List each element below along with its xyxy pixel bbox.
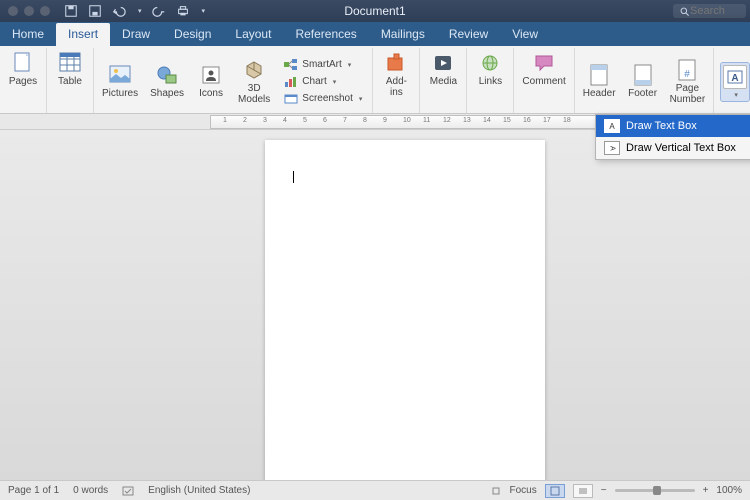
text-box-button[interactable]: A▾	[720, 62, 750, 102]
draw-vertical-text-box-item[interactable]: ADraw Vertical Text Box	[596, 137, 750, 159]
search-input[interactable]	[690, 5, 740, 17]
pages-button[interactable]: Pages	[6, 50, 40, 89]
search-box[interactable]	[673, 4, 746, 18]
addins-icon	[386, 53, 406, 73]
redo-icon[interactable]	[152, 4, 166, 18]
text-box-dropdown: ADraw Text Box ADraw Vertical Text Box	[595, 114, 750, 160]
tab-draw[interactable]: Draw	[110, 23, 162, 46]
web-layout-view[interactable]	[573, 484, 593, 498]
smartart-icon	[284, 58, 298, 72]
tab-mailings[interactable]: Mailings	[369, 23, 437, 46]
text-box-icon: A	[727, 70, 743, 84]
minimize-dot[interactable]	[24, 6, 34, 16]
chart-button[interactable]: Chart▾	[280, 74, 366, 90]
status-bar: Page 1 of 1 0 words English (United Stat…	[0, 480, 750, 500]
ribbon-tabs: Home Insert Draw Design Layout Reference…	[0, 22, 750, 46]
window-controls	[0, 6, 50, 16]
tab-view[interactable]: View	[500, 23, 550, 46]
text-box-vert-icon: A	[604, 141, 620, 155]
quick-access-toolbar: ▾ ▾	[64, 4, 205, 18]
links-button[interactable]: Links	[473, 50, 507, 89]
header-button[interactable]: Header	[581, 62, 618, 101]
media-icon	[433, 53, 453, 73]
icons-button[interactable]: Icons	[194, 62, 228, 101]
save-icon[interactable]	[88, 4, 102, 18]
tab-home[interactable]: Home	[0, 23, 56, 46]
text-box-horiz-icon: A	[604, 119, 620, 133]
pages-icon	[13, 52, 33, 74]
header-icon	[590, 64, 608, 86]
cube-icon	[244, 60, 264, 80]
footer-icon	[634, 64, 652, 86]
shapes-icon	[156, 65, 178, 85]
icons-icon	[201, 65, 221, 85]
page-number-button[interactable]: #Page Number	[668, 57, 708, 107]
document-canvas	[0, 130, 750, 480]
text-cursor	[293, 171, 294, 183]
ruler-scale[interactable]: 123456789101112131415161718	[210, 115, 600, 129]
table-icon	[59, 52, 81, 74]
ribbon: Pages Table Pictures Shapes Icons 3D Mod…	[0, 46, 750, 114]
search-icon	[679, 6, 690, 17]
tab-insert[interactable]: Insert	[56, 23, 110, 46]
page-indicator[interactable]: Page 1 of 1	[8, 485, 59, 496]
media-button[interactable]: Media	[426, 50, 460, 89]
zoom-out[interactable]: −	[601, 485, 607, 496]
svg-text:#: #	[685, 69, 691, 80]
smartart-button[interactable]: SmartArt▾	[280, 57, 366, 73]
zoom-thumb[interactable]	[653, 486, 661, 495]
comment-icon	[534, 53, 554, 73]
print-icon[interactable]	[176, 4, 190, 18]
chart-icon	[284, 75, 298, 89]
comment-button[interactable]: Comment	[520, 50, 567, 89]
word-count[interactable]: 0 words	[73, 485, 108, 496]
tab-design[interactable]: Design	[162, 23, 223, 46]
page-number-icon: #	[678, 59, 696, 81]
undo-icon[interactable]	[112, 4, 126, 18]
undo-caret[interactable]: ▾	[138, 7, 142, 15]
zoom-in[interactable]: +	[703, 485, 709, 496]
footer-button[interactable]: Footer	[626, 62, 660, 101]
zoom-slider[interactable]	[615, 489, 695, 492]
qat-more-caret[interactable]: ▾	[202, 7, 206, 15]
screenshot-button[interactable]: Screenshot▾	[280, 91, 366, 107]
svg-text:A: A	[732, 73, 739, 84]
focus-label[interactable]: Focus	[510, 485, 537, 496]
page[interactable]	[265, 140, 545, 480]
pictures-button[interactable]: Pictures	[100, 62, 140, 101]
zoom-level[interactable]: 100%	[716, 485, 742, 496]
language-indicator[interactable]: English (United States)	[148, 485, 250, 496]
screenshot-icon	[284, 92, 298, 106]
spellcheck-icon[interactable]	[122, 485, 134, 497]
document-title: Document1	[344, 4, 405, 18]
shapes-button[interactable]: Shapes	[148, 62, 186, 101]
close-dot[interactable]	[8, 6, 18, 16]
draw-text-box-item[interactable]: ADraw Text Box	[596, 115, 750, 137]
zoom-dot[interactable]	[40, 6, 50, 16]
tab-review[interactable]: Review	[437, 23, 500, 46]
autosave-icon[interactable]	[64, 4, 78, 18]
tab-references[interactable]: References	[283, 23, 368, 46]
links-icon	[479, 54, 501, 72]
pictures-icon	[109, 65, 131, 85]
addins-button[interactable]: Add-ins	[379, 50, 413, 100]
tab-layout[interactable]: Layout	[223, 23, 283, 46]
print-layout-view[interactable]	[545, 484, 565, 498]
titlebar: ▾ ▾ Document1	[0, 0, 750, 22]
3d-models-button[interactable]: 3D Models	[236, 57, 272, 107]
table-button[interactable]: Table	[53, 50, 87, 89]
focus-icon	[490, 485, 502, 497]
